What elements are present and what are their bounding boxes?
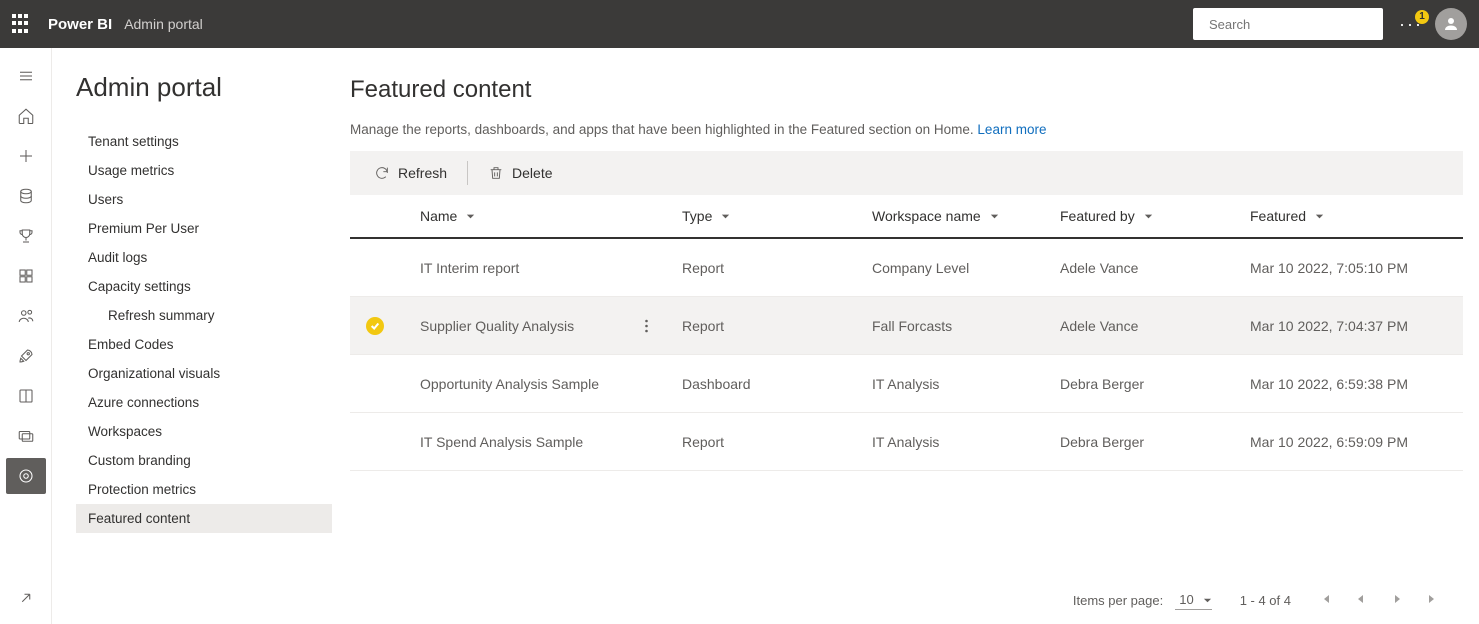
trash-icon xyxy=(488,165,504,181)
home-icon[interactable] xyxy=(6,98,46,134)
row-more-icon[interactable] xyxy=(634,319,658,333)
cell-workspace: Fall Forcasts xyxy=(872,318,1060,334)
col-workspace[interactable]: Workspace name xyxy=(872,208,1060,224)
dropdown-icon xyxy=(1203,596,1212,605)
notification-badge: 1 xyxy=(1415,10,1429,24)
learn-more-link[interactable]: Learn more xyxy=(977,122,1046,137)
nav-item[interactable]: Tenant settings xyxy=(76,127,332,156)
trophy-icon[interactable] xyxy=(6,218,46,254)
section-description: Manage the reports, dashboards, and apps… xyxy=(350,122,1463,137)
last-page-button[interactable] xyxy=(1427,593,1439,608)
nav-item[interactable]: Organizational visuals xyxy=(76,359,332,388)
nav-item[interactable]: Users xyxy=(76,185,332,214)
expand-icon[interactable] xyxy=(6,580,46,616)
search-input[interactable] xyxy=(1209,17,1385,32)
admin-nav: Admin portal Tenant settingsUsage metric… xyxy=(52,48,332,624)
cell-workspace: IT Analysis xyxy=(872,434,1060,450)
cell-name: IT Spend Analysis Sample xyxy=(420,434,634,450)
cell-featured: Mar 10 2022, 7:04:37 PM xyxy=(1250,318,1463,334)
hamburger-icon[interactable] xyxy=(6,58,46,94)
nav-item[interactable]: Featured content xyxy=(76,504,332,533)
cell-type: Report xyxy=(682,318,872,334)
cell-name: Opportunity Analysis Sample xyxy=(420,376,634,392)
cell-workspace: Company Level xyxy=(872,260,1060,276)
table-row[interactable]: Supplier Quality Analysis ReportFall Forc… xyxy=(350,297,1463,355)
cell-type: Dashboard xyxy=(682,376,872,392)
delete-button[interactable]: Delete xyxy=(480,159,560,187)
cell-featured-by: Debra Berger xyxy=(1060,376,1250,392)
col-name[interactable]: Name xyxy=(420,208,682,224)
nav-item[interactable]: Protection metrics xyxy=(76,475,332,504)
global-header: Power BI Admin portal ··· 1 xyxy=(0,0,1479,48)
more-options[interactable]: ··· 1 xyxy=(1399,14,1423,35)
check-icon xyxy=(366,317,384,335)
nav-item[interactable]: Embed Codes xyxy=(76,330,332,359)
table-row[interactable]: IT Spend Analysis Sample ReportIT Analysi… xyxy=(350,413,1463,471)
nav-item[interactable]: Workspaces xyxy=(76,417,332,446)
pagination-range: 1 - 4 of 4 xyxy=(1240,593,1291,608)
page-title: Admin portal xyxy=(76,72,332,103)
next-page-button[interactable] xyxy=(1391,593,1403,608)
cell-featured-by: Adele Vance xyxy=(1060,260,1250,276)
cell-name: Supplier Quality Analysis xyxy=(420,318,634,334)
apps-icon[interactable] xyxy=(6,258,46,294)
rocket-icon[interactable] xyxy=(6,338,46,374)
nav-item[interactable]: Capacity settings xyxy=(76,272,332,301)
pagination: Items per page: 10 1 - 4 of 4 xyxy=(350,576,1463,624)
search-box[interactable] xyxy=(1193,8,1383,40)
cell-featured: Mar 10 2022, 6:59:38 PM xyxy=(1250,376,1463,392)
nav-item[interactable]: Refresh summary xyxy=(76,301,332,330)
chevron-down-icon xyxy=(720,211,731,222)
cell-workspace: IT Analysis xyxy=(872,376,1060,392)
nav-item[interactable]: Custom branding xyxy=(76,446,332,475)
first-page-button[interactable] xyxy=(1319,593,1331,608)
plus-icon[interactable] xyxy=(6,138,46,174)
app-launcher-icon[interactable] xyxy=(12,14,32,34)
left-rail xyxy=(0,48,52,624)
row-check[interactable] xyxy=(366,317,420,335)
nav-item[interactable]: Usage metrics xyxy=(76,156,332,185)
workspace-icon[interactable] xyxy=(6,418,46,454)
cell-type: Report xyxy=(682,434,872,450)
items-per-page-select[interactable]: 10 xyxy=(1175,590,1211,610)
prev-page-button[interactable] xyxy=(1355,593,1367,608)
admin-icon[interactable] xyxy=(6,458,46,494)
table-row[interactable]: Opportunity Analysis Sample DashboardIT A… xyxy=(350,355,1463,413)
cell-featured-by: Adele Vance xyxy=(1060,318,1250,334)
chevron-down-icon xyxy=(1314,211,1325,222)
main-content: Featured content Manage the reports, das… xyxy=(332,48,1479,624)
chevron-down-icon xyxy=(989,211,1000,222)
items-per-page: Items per page: 10 xyxy=(1073,590,1212,610)
people-icon[interactable] xyxy=(6,298,46,334)
refresh-icon xyxy=(374,165,390,181)
dataset-icon[interactable] xyxy=(6,178,46,214)
table-row[interactable]: IT Interim report ReportCompany LevelAdel… xyxy=(350,239,1463,297)
refresh-button[interactable]: Refresh xyxy=(366,159,455,187)
chevron-down-icon xyxy=(1143,211,1154,222)
user-avatar[interactable] xyxy=(1435,8,1467,40)
book-icon[interactable] xyxy=(6,378,46,414)
table-header: Name Type Workspace name Featured by Fea… xyxy=(350,195,1463,239)
section-title: Featured content xyxy=(350,76,1463,104)
header-subtitle: Admin portal xyxy=(124,16,203,32)
cell-name: IT Interim report xyxy=(420,260,634,276)
content-toolbar: Refresh Delete xyxy=(350,151,1463,195)
nav-item[interactable]: Premium Per User xyxy=(76,214,332,243)
brand-name: Power BI xyxy=(48,16,112,33)
items-per-page-label: Items per page: xyxy=(1073,593,1163,608)
nav-item[interactable]: Azure connections xyxy=(76,388,332,417)
featured-table: Name Type Workspace name Featured by Fea… xyxy=(350,195,1463,576)
cell-featured-by: Debra Berger xyxy=(1060,434,1250,450)
toolbar-separator xyxy=(467,161,468,185)
cell-featured: Mar 10 2022, 7:05:10 PM xyxy=(1250,260,1463,276)
nav-item[interactable]: Audit logs xyxy=(76,243,332,272)
chevron-down-icon xyxy=(465,211,476,222)
cell-type: Report xyxy=(682,260,872,276)
cell-featured: Mar 10 2022, 6:59:09 PM xyxy=(1250,434,1463,450)
col-featured-by[interactable]: Featured by xyxy=(1060,208,1250,224)
col-type[interactable]: Type xyxy=(682,208,872,224)
col-featured[interactable]: Featured xyxy=(1250,208,1463,224)
